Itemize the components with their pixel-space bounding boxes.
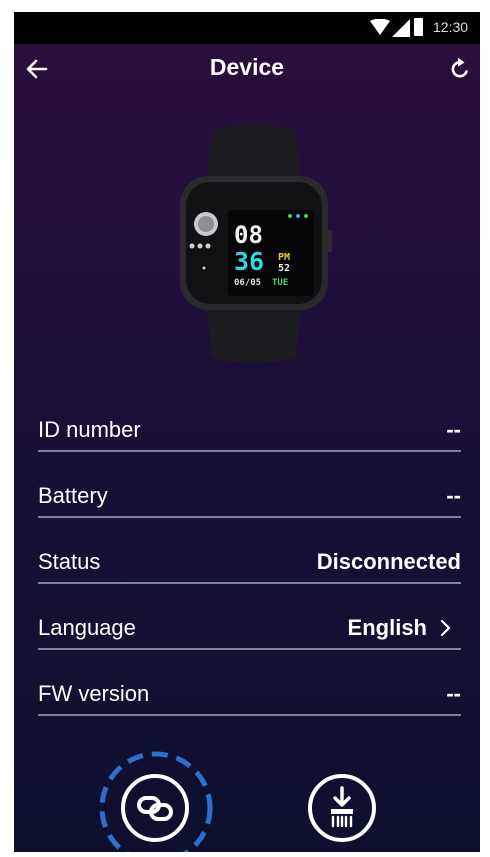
row-value: -- bbox=[446, 483, 461, 508]
row-language[interactable]: Language English bbox=[38, 602, 461, 650]
link-pair-icon bbox=[121, 774, 189, 842]
battery-icon bbox=[414, 18, 423, 36]
watch-seconds: 52 bbox=[278, 263, 291, 274]
row-value: -- bbox=[446, 417, 461, 442]
row-label: Battery bbox=[38, 483, 108, 508]
watch-minute: 36 bbox=[234, 247, 265, 276]
watch-date: 06/05 bbox=[234, 278, 262, 288]
chevron-right-icon[interactable] bbox=[439, 619, 453, 637]
watch-ampm: PM bbox=[278, 252, 291, 263]
phone-screen: 12:30 Device 08 36 PM 52 06/05 TUE ID nu… bbox=[14, 12, 480, 852]
language-value: English bbox=[347, 615, 427, 640]
watch-day: TUE bbox=[272, 278, 289, 288]
status-time: 12:30 bbox=[433, 19, 469, 35]
row-fw-version: FW version -- bbox=[38, 668, 461, 716]
row-battery: Battery -- bbox=[38, 470, 461, 518]
refresh-icon[interactable] bbox=[446, 55, 474, 83]
status-bar: 12:30 bbox=[14, 12, 480, 44]
row-label: Language bbox=[38, 615, 136, 640]
header: Device bbox=[14, 44, 480, 96]
row-label: Status bbox=[38, 549, 101, 574]
page-title: Device bbox=[209, 54, 285, 80]
signal-icon bbox=[392, 19, 410, 37]
row-status: Status Disconnected bbox=[38, 536, 461, 584]
firmware-update-icon bbox=[308, 774, 376, 842]
row-value: -- bbox=[446, 681, 461, 706]
watch-hour: 08 bbox=[234, 221, 263, 249]
wifi-icon bbox=[370, 19, 390, 35]
status-value: Disconnected bbox=[316, 549, 461, 574]
row-label: ID number bbox=[38, 417, 141, 442]
watch-image: 08 36 PM 52 06/05 TUE bbox=[164, 118, 344, 368]
firmware-update-button[interactable] bbox=[306, 772, 378, 844]
row-label: FW version bbox=[38, 681, 150, 706]
pair-device-button[interactable] bbox=[119, 772, 191, 844]
row-id-number: ID number -- bbox=[38, 404, 461, 452]
